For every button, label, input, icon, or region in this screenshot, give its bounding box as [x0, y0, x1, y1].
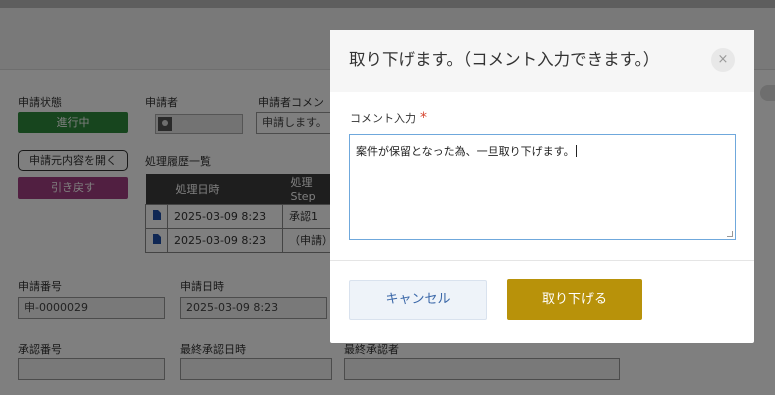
comment-label-row: コメント入力 * [350, 110, 427, 126]
withdraw-dialog: 取り下げます。（コメント入力できます。） × コメント入力 * 案件が保留となった… [330, 30, 754, 343]
close-icon[interactable]: × [711, 48, 735, 72]
comment-textarea[interactable]: 案件が保留となった為、一旦取り下げます。 [349, 134, 736, 240]
comment-text: 案件が保留となった為、一旦取り下げます。 [356, 145, 575, 158]
comment-label: コメント入力 [350, 112, 416, 125]
dialog-header: 取り下げます。（コメント入力できます。） × [330, 30, 754, 92]
required-mark: * [420, 110, 427, 126]
resize-handle-icon[interactable] [727, 231, 733, 237]
cancel-button[interactable]: キャンセル [349, 280, 487, 320]
text-caret [575, 145, 577, 157]
divider [330, 260, 754, 261]
withdraw-button[interactable]: 取り下げる [507, 279, 642, 320]
dialog-title: 取り下げます。（コメント入力できます。） [349, 50, 660, 69]
